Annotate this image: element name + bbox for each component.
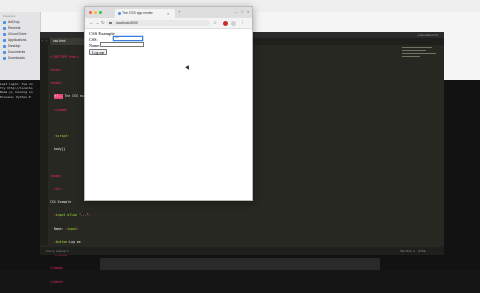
sidebar-item-label: iCloud Drive <box>8 32 27 36</box>
terminal-line: Process: Python-P <box>0 94 31 99</box>
close-window-icon[interactable] <box>89 11 92 14</box>
maximize-window-icon[interactable] <box>99 11 102 14</box>
sidebar-item-label: Applications <box>8 38 27 42</box>
profile-icon[interactable] <box>231 20 236 26</box>
clock-icon <box>3 26 6 30</box>
tab-title: The CSS app center <box>122 11 153 15</box>
sidebar-item-label: AirDrop <box>8 20 20 24</box>
editor-tab[interactable]: xss.html <box>50 38 88 45</box>
page-title: CSS Example <box>89 31 115 36</box>
sidebar-item-label: Documents <box>8 50 26 54</box>
sidebar-item-label: Desktop <box>8 44 21 48</box>
close-icon[interactable]: × <box>167 11 169 16</box>
document-icon <box>3 50 6 54</box>
desktop-icon <box>3 44 6 48</box>
line-number-gutter <box>40 45 48 245</box>
minimize-window-icon[interactable] <box>94 11 97 14</box>
reload-icon[interactable]: ↻ <box>101 20 105 26</box>
dock <box>100 258 380 270</box>
download-icon <box>3 56 6 60</box>
cursor-position: Line 1, Column 1 <box>46 249 69 253</box>
css-input-value: --- <box>115 36 119 40</box>
extension-icon[interactable] <box>223 20 228 26</box>
editor-window-title: vulnerable.html <box>417 33 438 37</box>
sidebar-item-label: Downloads <box>8 56 25 60</box>
address-bar[interactable]: localhost:8000 <box>106 20 210 26</box>
browser-window: The CSS app center × + – □ × ← → ↻ local… <box>84 6 253 201</box>
browser-toolbar: ← → ↻ localhost:8000 ☆ ⋮ <box>85 18 252 29</box>
finder-sidebar: Favorites AirDrop Recents iCloud Drive A… <box>0 12 41 80</box>
menu-dots-icon[interactable]: ⋮ <box>240 20 245 26</box>
favicon-icon <box>118 12 121 15</box>
sidebar-header: Favorites <box>3 14 16 18</box>
browser-tabbar: The CSS app center × + – □ × <box>85 7 252 18</box>
css-input[interactable]: --- <box>113 36 143 41</box>
window-close-icon[interactable]: × <box>247 9 249 14</box>
minimize-icon[interactable]: – <box>235 9 237 14</box>
forward-icon[interactable]: → <box>95 20 100 25</box>
minimap[interactable] <box>402 45 444 65</box>
css-label: CSS: <box>89 37 98 42</box>
cloud-icon <box>3 32 6 36</box>
apps-icon <box>3 38 6 42</box>
name-label: Name: <box>89 43 101 48</box>
restore-icon[interactable]: □ <box>241 9 243 14</box>
page-content: CSS Example CSS: --- Name: Log me <box>85 29 252 200</box>
new-tab-icon[interactable]: + <box>178 9 180 14</box>
star-icon[interactable]: ☆ <box>213 20 217 26</box>
editor-statusbar: Line 1, Column 1 Tab Size: 4 HTML <box>40 247 444 255</box>
login-button[interactable]: Log me <box>89 49 108 55</box>
info-icon[interactable] <box>109 22 112 24</box>
airdrop-icon <box>3 20 6 24</box>
browser-tab[interactable]: The CSS app center <box>115 9 175 18</box>
name-input[interactable] <box>100 42 144 47</box>
terminal-output: Last login: Tue Ju Try http://localho No… <box>0 82 40 122</box>
tab-size-selector[interactable]: Tab Size: 4 <box>400 247 415 255</box>
syntax-selector[interactable]: HTML <box>418 247 426 255</box>
back-icon[interactable]: ← <box>89 20 94 25</box>
sidebar-item-label: Recents <box>8 26 21 30</box>
sidebar-item-downloads[interactable]: Downloads <box>0 55 40 61</box>
